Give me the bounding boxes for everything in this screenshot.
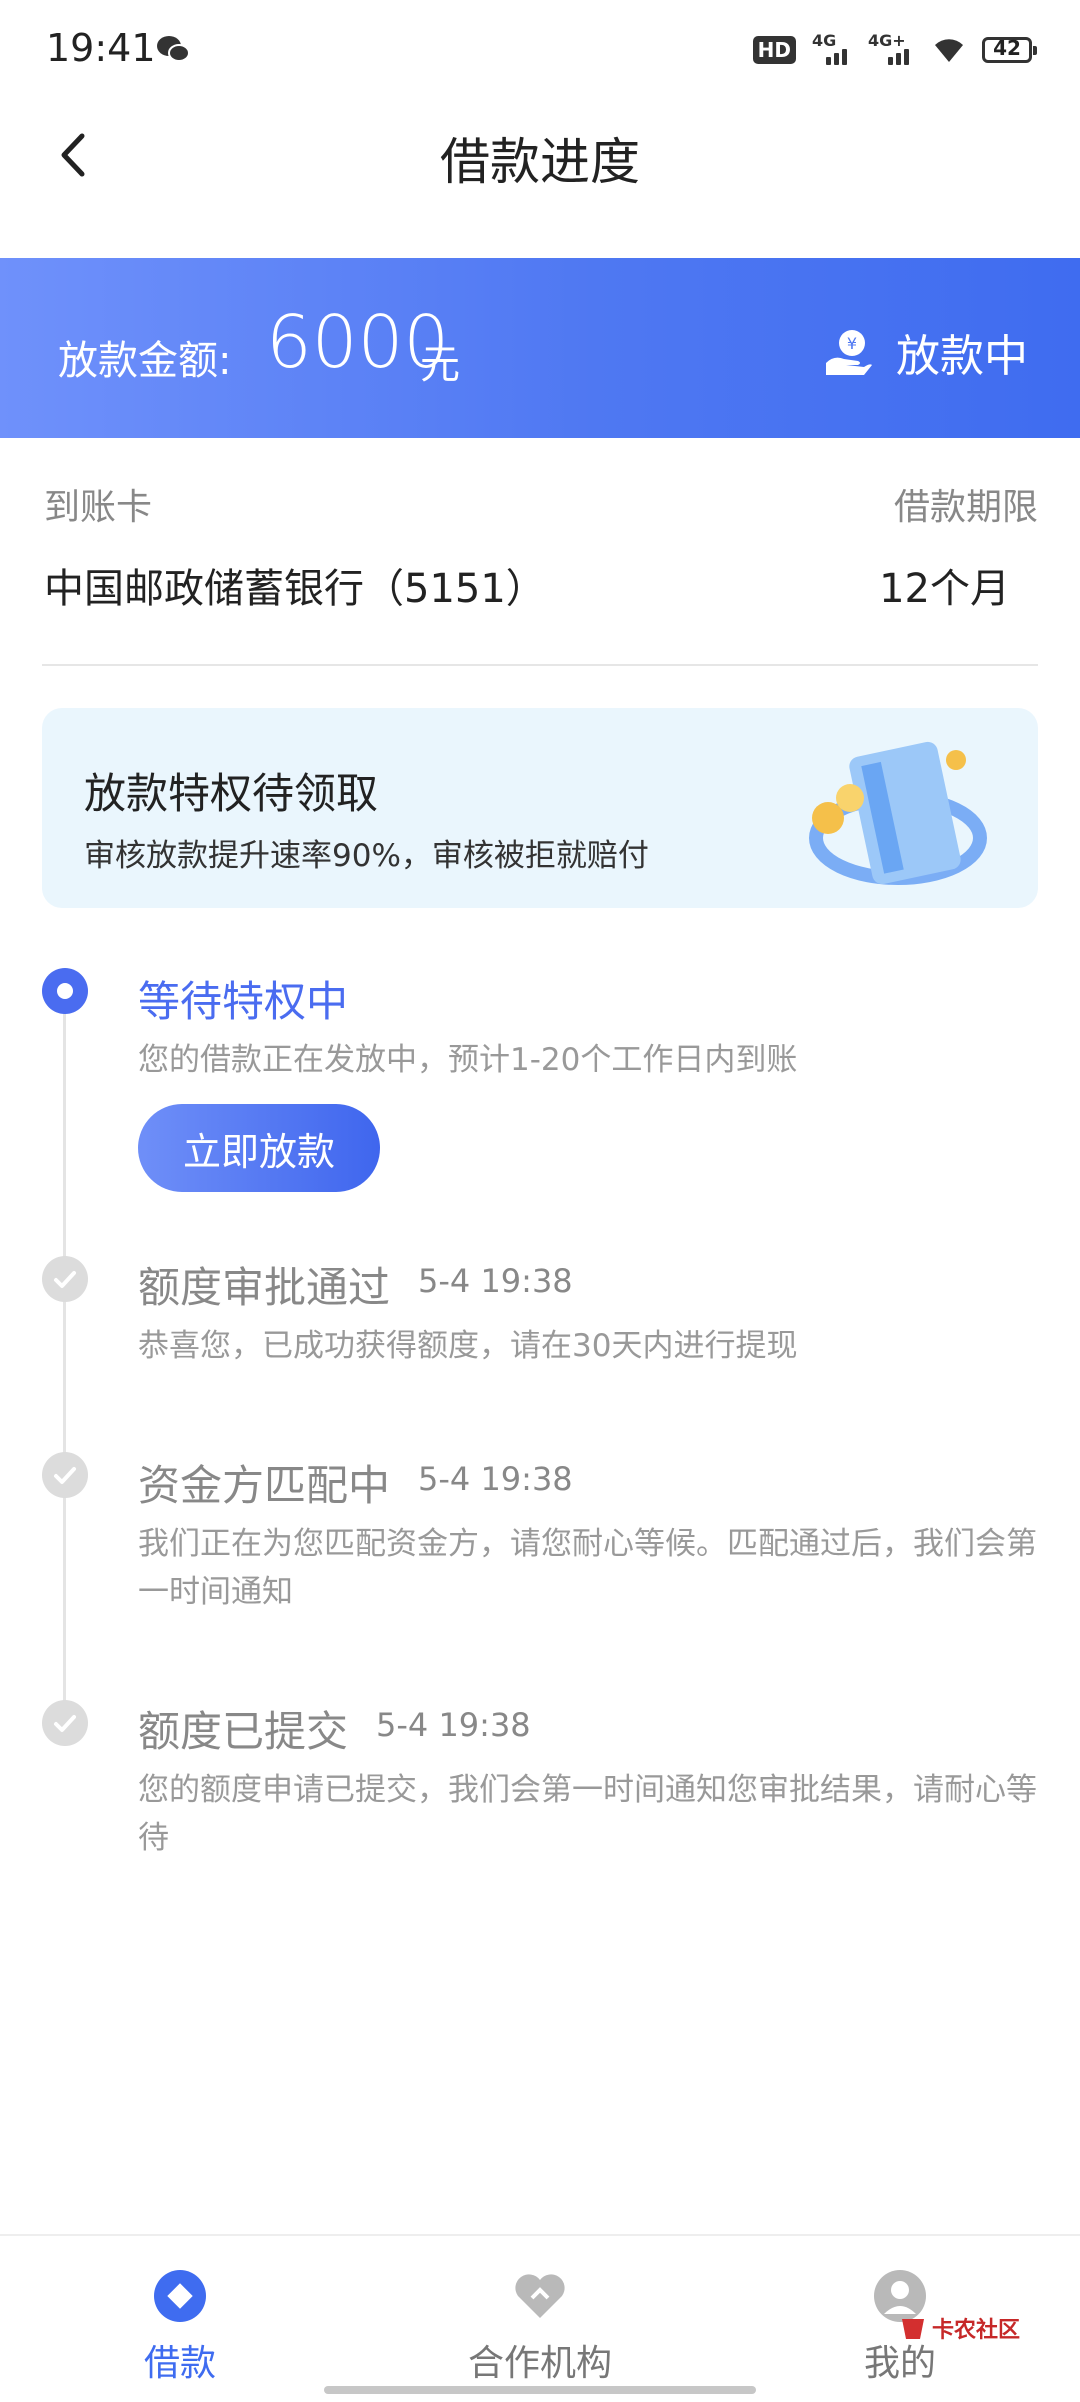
- step-time: 5-4 19:38: [418, 1262, 573, 1300]
- page-title: 借款进度: [440, 133, 640, 191]
- svg-text:¥: ¥: [847, 334, 857, 353]
- step-title: 等待特权中: [138, 977, 349, 1026]
- tab-partner-label: 合作机构: [467, 2343, 612, 2384]
- loan-icon: [154, 2270, 206, 2322]
- battery-level: 42: [993, 36, 1021, 60]
- wifi-icon: [935, 39, 963, 62]
- timeline-line: [63, 990, 66, 1710]
- partner-icon: [515, 2274, 565, 2318]
- watermark-logo-icon: [901, 2319, 924, 2339]
- tab-partner[interactable]: 合作机构: [440, 2268, 640, 2386]
- network-label: 4G+: [868, 31, 906, 50]
- step-done-dot: [42, 1256, 88, 1302]
- release-status-text: 放款中: [896, 331, 1028, 382]
- home-indicator[interactable]: [324, 2386, 756, 2394]
- term-value: 12个月: [879, 566, 1010, 612]
- nav-bar: 借款进度: [0, 100, 1080, 258]
- loan-amount-banner: 放款金额: 6000 元 ¥ 放款中: [0, 258, 1080, 438]
- status-time: 19:41: [46, 26, 156, 70]
- tab-loan[interactable]: 借款: [80, 2268, 280, 2386]
- step-desc: 恭喜您，已成功获得额度，请在30天内进行提现: [138, 1328, 798, 1364]
- tab-loan-label: 借款: [143, 2343, 216, 2384]
- step-desc: 您的借款正在发放中，预计1-20个工作日内到账: [138, 1042, 798, 1078]
- check-icon: [54, 1467, 76, 1484]
- release-status: ¥ 放款中: [824, 320, 1028, 384]
- watermark: 卡农社区: [898, 2312, 1020, 2344]
- signal-icon: 4G: [812, 31, 852, 65]
- battery-icon: 42: [982, 36, 1037, 63]
- hd-badge: HD: [752, 36, 796, 64]
- step-done-dot: [42, 1700, 88, 1746]
- network-label: 4G: [812, 31, 837, 50]
- privilege-card[interactable]: 放款特权待领取 审核放款提升速率90%，审核被拒就赔付: [42, 708, 1038, 908]
- card-label: 到账卡: [44, 487, 153, 528]
- check-icon: [54, 1715, 76, 1732]
- step-active-dot: [42, 968, 88, 1014]
- term-label: 借款期限: [893, 487, 1038, 528]
- step-done-dot: [42, 1452, 88, 1498]
- step-time: 5-4 19:38: [418, 1460, 573, 1498]
- step-title: 额度审批通过: [138, 1263, 391, 1312]
- watermark-text: 卡农社区: [931, 2318, 1020, 2343]
- card-value: 中国邮政储蓄银行（5151）: [44, 566, 546, 612]
- privilege-title: 放款特权待领取: [84, 769, 379, 818]
- step-desc: 我们正在为您匹配资金方，请您耐心等候。匹配通过后，我们会第一时间通知: [138, 1526, 1037, 1610]
- divider: [42, 664, 1038, 666]
- bottom-tab-bar: 借款 合作机构 我的 卡农社区: [0, 2234, 1080, 2402]
- amount-label: 放款金额:: [58, 338, 232, 384]
- privilege-desc: 审核放款提升速率90%，审核被拒就赔付: [84, 838, 649, 874]
- status-indicators: HD 4G 4G+ 42: [752, 30, 1037, 70]
- step-title: 额度已提交: [138, 1707, 349, 1756]
- hand-coin-icon: ¥: [826, 330, 872, 375]
- step-desc: 您的额度申请已提交，我们会第一时间通知您审批结果，请耐心等待: [138, 1772, 1037, 1856]
- bank-card-illustration: [809, 741, 987, 885]
- amount-unit: 元: [420, 342, 460, 388]
- release-now-button[interactable]: 立即放款: [138, 1104, 380, 1192]
- signal-icon: 4G+: [868, 31, 916, 65]
- status-bar: 19:41 HD 4G 4G+ 42: [0, 0, 1080, 100]
- step-time: 5-4 19:38: [376, 1706, 531, 1744]
- wechat-icon: [157, 36, 190, 62]
- step-title: 资金方匹配中: [138, 1461, 391, 1510]
- check-icon: [54, 1271, 76, 1288]
